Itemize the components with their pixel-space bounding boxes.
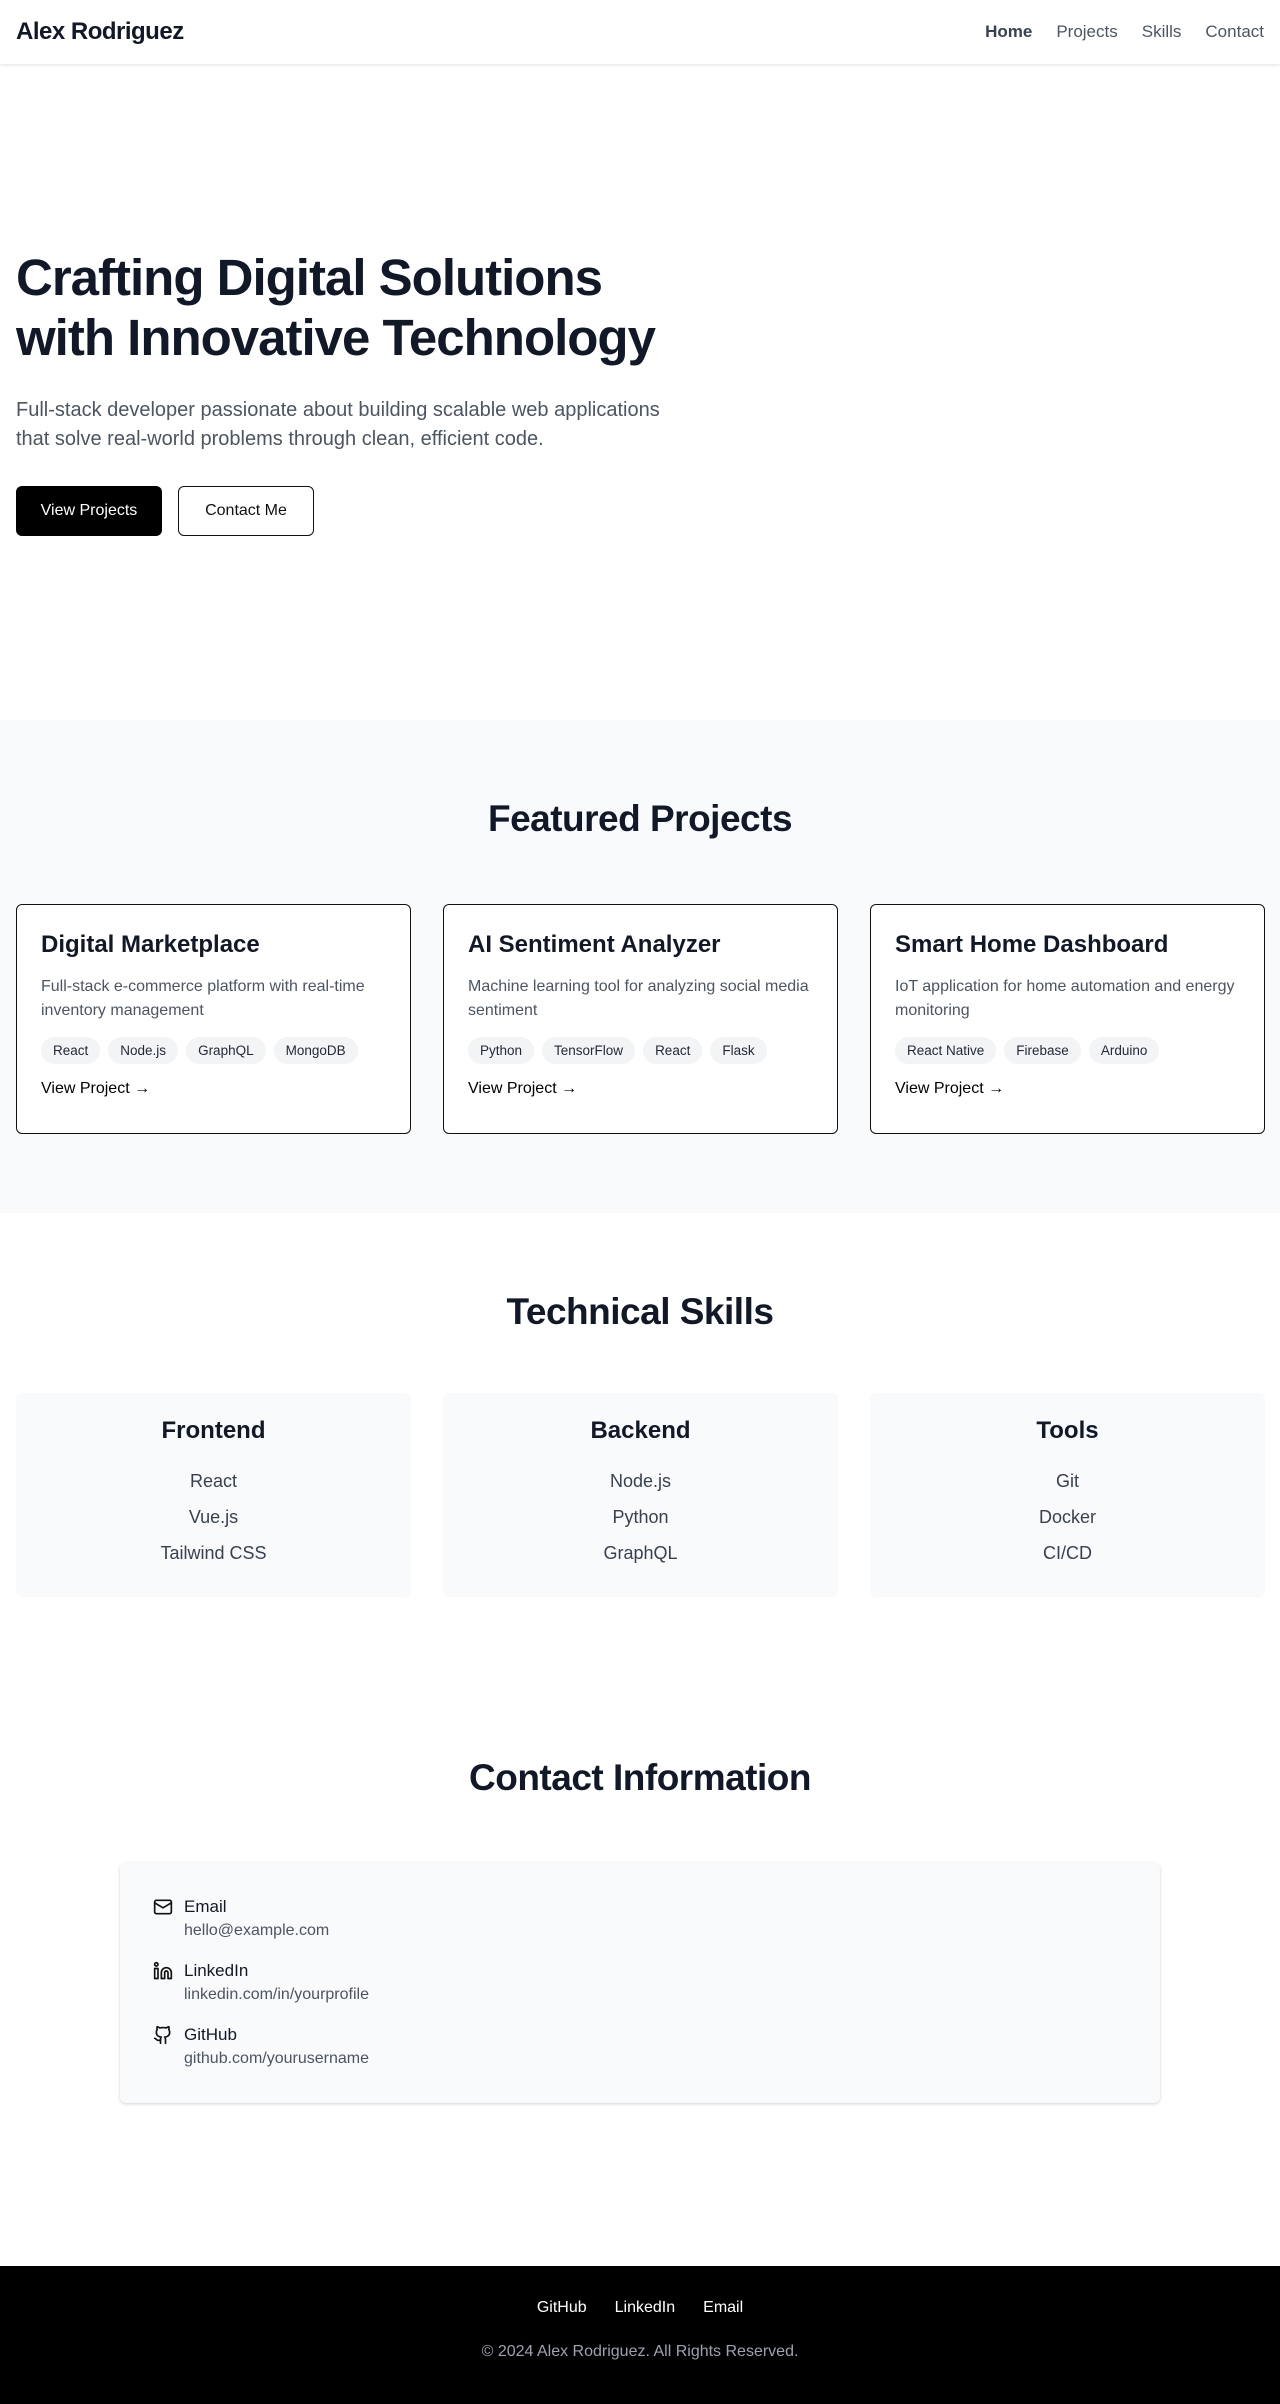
nav-projects[interactable]: Projects — [1056, 22, 1117, 42]
project-card: AI Sentiment Analyzer Machine learning t… — [443, 904, 838, 1134]
skill-item: Git — [1055, 1471, 1079, 1491]
footer-link-email[interactable]: Email — [703, 2299, 743, 2317]
skill-item: Node.js — [609, 1471, 672, 1491]
contact-me-button[interactable]: Contact Me — [178, 486, 314, 536]
hero-title: Crafting Digital Solutions with Innovati… — [16, 248, 656, 368]
site-footer: GitHub LinkedIn Email © 2024 Alex Rodrig… — [0, 2266, 1280, 2404]
brand-name[interactable]: Alex Rodriguez — [16, 18, 184, 46]
project-card: Digital Marketplace Full-stack e-commerc… — [16, 904, 411, 1134]
nav-skills[interactable]: Skills — [1142, 22, 1182, 42]
project-tags: Python TensorFlow React Flask — [468, 1037, 813, 1064]
view-project-link[interactable]: View Project → — [41, 1080, 150, 1098]
project-description: Machine learning tool for analyzing soci… — [468, 978, 809, 1019]
contact-item-linkedin[interactable]: LinkedIn linkedin.com/in/yourprofile — [152, 1959, 1128, 2007]
contact-section: Contact Information Email hello@example.… — [0, 1704, 1280, 2266]
skills-grid: Frontend React Vue.js Tailwind CSS Backe… — [0, 1393, 1280, 1597]
mail-icon — [152, 1897, 174, 1919]
view-project-link[interactable]: View Project → — [468, 1080, 577, 1098]
project-description: Full-stack e-commerce platform with real… — [41, 978, 365, 1019]
contact-title: Contact Information — [469, 1757, 811, 1798]
github-icon — [152, 2025, 174, 2047]
contact-item-github[interactable]: GitHub github.com/yourusername — [152, 2023, 1128, 2071]
contact-card: Email hello@example.com LinkedIn linkedi… — [120, 1863, 1160, 2103]
skill-item: Docker — [1038, 1507, 1096, 1527]
skill-list: Git Docker CI/CD — [870, 1463, 1265, 1571]
contact-label: LinkedIn — [184, 1961, 249, 1980]
hero-title-line1: Crafting Digital Solutions — [16, 249, 603, 306]
skill-group-card: Backend Node.js Python GraphQL — [443, 1393, 838, 1597]
contact-value[interactable]: hello@example.com — [184, 1919, 329, 1943]
view-project-link[interactable]: View Project → — [895, 1080, 1004, 1098]
skill-item: Vue.js — [188, 1507, 239, 1527]
nav-home[interactable]: Home — [985, 22, 1032, 42]
tech-tag: Arduino — [1088, 1037, 1160, 1064]
skill-item: Python — [612, 1507, 669, 1527]
projects-grid: Digital Marketplace Full-stack e-commerc… — [0, 904, 1280, 1134]
tech-tag: GraphQL — [186, 1037, 266, 1064]
contact-label: Email — [184, 1897, 227, 1916]
hero-title-line2: with Innovative Technology — [16, 309, 656, 366]
contact-item-email[interactable]: Email hello@example.com — [152, 1895, 1128, 1943]
project-tags: React Native Firebase Arduino — [895, 1037, 1240, 1064]
tech-tag: React Native — [895, 1037, 997, 1064]
tech-tag: MongoDB — [273, 1037, 358, 1064]
contact-label: GitHub — [184, 2025, 237, 2044]
skill-item: GraphQL — [603, 1543, 678, 1563]
skill-list: React Vue.js Tailwind CSS — [16, 1463, 411, 1571]
skill-item: CI/CD — [1043, 1543, 1092, 1563]
linkedin-icon — [152, 1961, 174, 1983]
contact-text: Email hello@example.com — [184, 1895, 329, 1943]
project-title: Smart Home Dashboard — [895, 931, 1169, 958]
skill-group-title: Frontend — [161, 1417, 266, 1444]
project-title: Digital Marketplace — [41, 931, 260, 958]
hero-subtitle: Full-stack developer passionate about bu… — [16, 399, 660, 450]
skill-item: React — [189, 1471, 238, 1491]
tech-tag: React — [643, 1037, 703, 1064]
skill-group-card: Frontend React Vue.js Tailwind CSS — [16, 1393, 411, 1597]
contact-text: GitHub github.com/yourusername — [184, 2023, 369, 2071]
tech-tag: React — [41, 1037, 101, 1064]
project-title: AI Sentiment Analyzer — [468, 931, 721, 958]
project-tags: React Node.js GraphQL MongoDB — [41, 1037, 386, 1064]
contact-value[interactable]: github.com/yourusername — [184, 2047, 369, 2071]
nav-contact[interactable]: Contact — [1205, 22, 1264, 42]
hero-buttons: View Projects Contact Me — [16, 486, 1264, 536]
projects-section: Featured Projects Digital Marketplace Fu… — [0, 720, 1280, 1213]
contact-value[interactable]: linkedin.com/in/yourprofile — [184, 1983, 369, 2007]
tech-tag: Python — [468, 1037, 535, 1064]
skill-group-card: Tools Git Docker CI/CD — [870, 1393, 1265, 1597]
tech-tag: Node.js — [108, 1037, 179, 1064]
main-nav: Home Projects Skills Contact — [985, 22, 1264, 42]
skill-list: Node.js Python GraphQL — [443, 1463, 838, 1571]
copyright-text: © 2024 Alex Rodriguez. All Rights Reserv… — [481, 2343, 799, 2360]
skill-group-title: Tools — [1036, 1417, 1099, 1444]
skill-group-title: Backend — [590, 1417, 691, 1444]
tech-tag: Firebase — [1004, 1037, 1081, 1064]
project-description: IoT application for home automation and … — [895, 978, 1235, 1019]
tech-tag: Flask — [710, 1037, 767, 1064]
view-projects-button[interactable]: View Projects — [16, 486, 162, 536]
footer-links: GitHub LinkedIn Email — [0, 2299, 1280, 2317]
hero-section: Crafting Digital Solutions with Innovati… — [0, 64, 1280, 720]
tech-tag: TensorFlow — [542, 1037, 636, 1064]
footer-link-github[interactable]: GitHub — [537, 2299, 587, 2317]
skill-item: Tailwind CSS — [160, 1543, 267, 1563]
skills-title: Technical Skills — [506, 1291, 774, 1332]
project-card: Smart Home Dashboard IoT application for… — [870, 904, 1265, 1134]
contact-text: LinkedIn linkedin.com/in/yourprofile — [184, 1959, 369, 2007]
skills-section: Technical Skills Frontend React Vue.js T… — [0, 1213, 1280, 1704]
site-header: Alex Rodriguez Home Projects Skills Cont… — [0, 0, 1280, 64]
footer-link-linkedin[interactable]: LinkedIn — [615, 2299, 676, 2317]
projects-title: Featured Projects — [487, 798, 793, 839]
